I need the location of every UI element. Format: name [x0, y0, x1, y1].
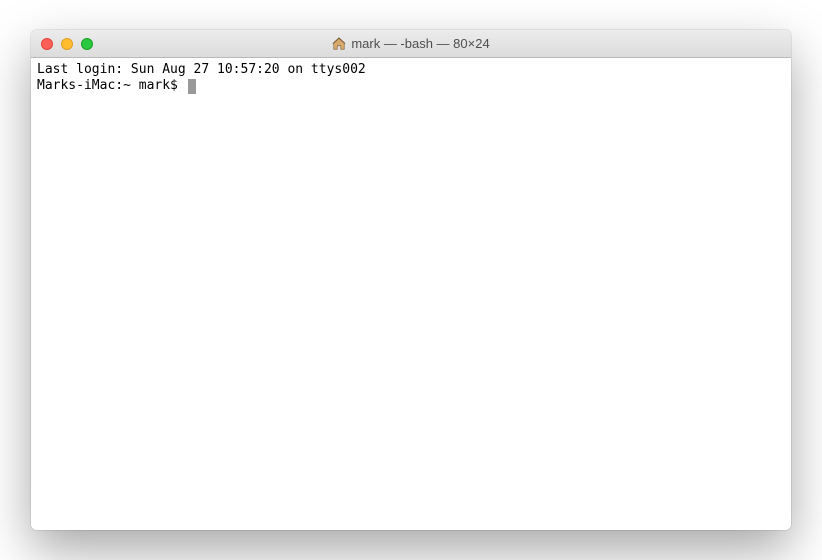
terminal-body[interactable]: Last login: Sun Aug 27 10:57:20 on ttys0…: [31, 58, 791, 530]
terminal-window: mark — -bash — 80×24 Last login: Sun Aug…: [31, 30, 791, 530]
close-button[interactable]: [41, 38, 53, 50]
window-title: mark — -bash — 80×24: [351, 36, 489, 51]
traffic-lights: [31, 38, 93, 50]
titlebar[interactable]: mark — -bash — 80×24: [31, 30, 791, 58]
prompt-text: Marks-iMac:~ mark$: [37, 78, 186, 94]
prompt-line: Marks-iMac:~ mark$: [37, 78, 785, 94]
last-login-line: Last login: Sun Aug 27 10:57:20 on ttys0…: [37, 62, 785, 78]
window-title-wrap: mark — -bash — 80×24: [31, 36, 791, 51]
home-icon: [332, 37, 346, 51]
cursor: [188, 79, 196, 94]
maximize-button[interactable]: [81, 38, 93, 50]
minimize-button[interactable]: [61, 38, 73, 50]
